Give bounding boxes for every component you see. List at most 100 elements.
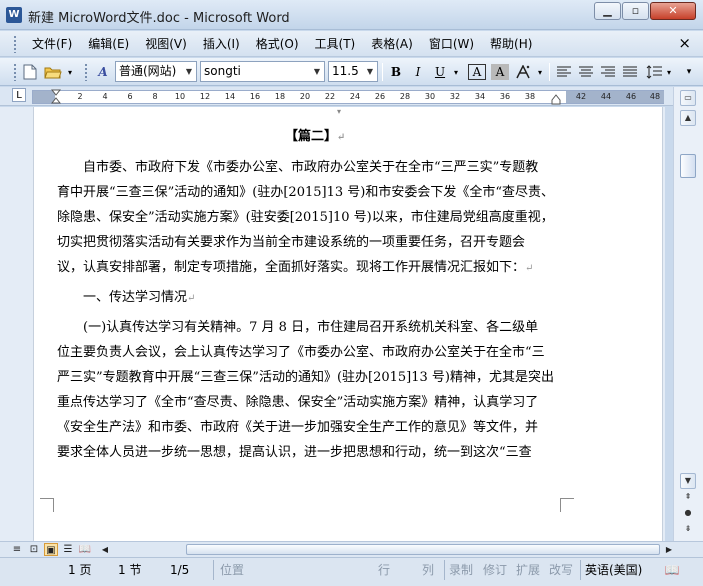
spelling-check-icon[interactable]: 📖 — [662, 561, 682, 579]
ruler-tick: 44 — [600, 92, 612, 101]
align-right-icon[interactable] — [598, 62, 618, 82]
ruler-tick: 22 — [324, 92, 336, 101]
status-column: 列 — [422, 563, 435, 577]
close-window-button[interactable]: ✕ — [650, 2, 696, 20]
open-dropdown-icon[interactable]: ▾ — [65, 62, 75, 82]
chevron-down-icon[interactable]: ▼ — [183, 63, 195, 80]
status-language[interactable]: 英语(美国) — [585, 562, 642, 578]
line-spacing-dropdown-icon[interactable]: ▾ — [664, 62, 674, 82]
font-dropdown[interactable]: songti ▼ — [200, 61, 325, 82]
menu-window[interactable]: 窗口(W) — [421, 36, 482, 52]
next-page-icon[interactable]: ⇟ — [680, 522, 696, 538]
chevron-down-icon[interactable]: ▼ — [364, 63, 376, 80]
page-top-marker: ▾ — [337, 107, 342, 116]
menu-format[interactable]: 格式(O) — [248, 36, 307, 52]
status-record[interactable]: 录制 — [449, 562, 473, 578]
ruler-tick: 42 — [575, 92, 587, 101]
paragraph-mark: ↵ — [337, 132, 346, 143]
ruler-tick: 28 — [399, 92, 411, 101]
align-center-icon[interactable] — [576, 62, 596, 82]
bold-button[interactable]: B — [387, 62, 405, 82]
scroll-thumb[interactable] — [680, 154, 696, 178]
document-area[interactable]: ▾ 【篇二】↵ 自市委、市政府下发《市委办公室、市政府办公室关于在全市“三严三实… — [0, 107, 665, 541]
status-overtype[interactable]: 改写 — [549, 562, 573, 578]
line-spacing-icon[interactable] — [644, 62, 664, 82]
horizontal-scroll-thumb[interactable] — [186, 544, 660, 555]
menu-file[interactable]: 文件(F) — [24, 36, 80, 52]
toolbar: ▾ A 普通(网站) ▼ songti ▼ 11.5 ▼ B I U ▾ A A… — [0, 58, 703, 86]
menu-insert[interactable]: 插入(I) — [195, 36, 248, 52]
status-separator — [444, 560, 445, 580]
menu-tools[interactable]: 工具(T) — [307, 36, 364, 52]
outline-view-icon[interactable]: ☰ — [61, 543, 75, 556]
horizontal-scrollbar[interactable]: ≡ ⊡ ▣ ☰ 📖 ◀ ▶ — [0, 541, 703, 557]
styles-formatting-icon[interactable]: A — [92, 62, 114, 82]
ruler-tick: 6 — [127, 92, 133, 101]
toolbar-grip-2[interactable] — [84, 63, 88, 81]
close-document-button[interactable]: × — [678, 34, 691, 52]
underline-button[interactable]: U — [431, 62, 449, 82]
ruler-tick: 12 — [199, 92, 211, 101]
underline-dropdown-icon[interactable]: ▾ — [451, 62, 461, 82]
select-browse-object-icon[interactable]: ● — [680, 506, 696, 522]
ruler-tick: 46 — [625, 92, 637, 101]
body-line-text: 议，认真安排部署，制定专项措施，全面抓好落实。现将工作开展情况汇报如下： — [57, 260, 526, 275]
character-border-button[interactable]: A — [468, 64, 486, 80]
ruler-tick: 4 — [102, 92, 108, 101]
ruler-tick: 26 — [374, 92, 386, 101]
toolbar-options-icon[interactable]: ▾ — [682, 62, 696, 82]
ruler-tick: 36 — [499, 92, 511, 101]
word-app-icon[interactable]: W — [6, 7, 22, 23]
style-dropdown[interactable]: 普通(网站) ▼ — [115, 61, 197, 82]
ruler-tick: 34 — [474, 92, 486, 101]
text-effects-icon[interactable] — [513, 62, 533, 82]
reading-view-icon[interactable]: 📖 — [78, 543, 92, 556]
chevron-down-icon[interactable]: ▼ — [311, 63, 323, 80]
menu-edit[interactable]: 编辑(E) — [80, 36, 137, 52]
menu-bar: 文件(F) 编辑(E) 视图(V) 插入(I) 格式(O) 工具(T) 表格(A… — [0, 31, 703, 57]
scroll-right-button[interactable]: ▶ — [662, 543, 676, 556]
scroll-up-button[interactable]: ▲ — [680, 110, 696, 126]
new-document-icon[interactable] — [20, 62, 40, 82]
tab-selector-icon[interactable]: L — [12, 88, 26, 102]
font-size-dropdown[interactable]: 11.5 ▼ — [328, 61, 378, 82]
right-indent-marker-icon[interactable] — [551, 93, 561, 105]
ruler-tick: 2 — [77, 92, 83, 101]
status-page: 1 页 — [68, 563, 92, 577]
previous-page-icon[interactable]: ⇞ — [680, 490, 696, 506]
scroll-down-button[interactable]: ▼ — [680, 473, 696, 489]
status-extend[interactable]: 扩展 — [516, 562, 540, 578]
justify-icon[interactable] — [620, 62, 640, 82]
horizontal-ruler[interactable]: 2 4 6 8 10 12 14 16 18 20 22 24 26 28 30… — [32, 89, 664, 105]
font-size-value: 11.5 — [332, 64, 359, 78]
character-shading-button[interactable]: A — [491, 64, 509, 80]
scroll-left-button[interactable]: ◀ — [98, 543, 112, 556]
status-track-changes[interactable]: 修订 — [483, 562, 507, 578]
ruler-toggle-icon[interactable]: ▭ — [680, 90, 696, 106]
status-page-of: 1/5 — [170, 563, 190, 577]
italic-button[interactable]: I — [409, 62, 427, 82]
indent-marker-icon[interactable] — [51, 89, 61, 105]
menu-help[interactable]: 帮助(H) — [482, 36, 540, 52]
font-value: songti — [204, 64, 241, 78]
menu-view[interactable]: 视图(V) — [137, 36, 195, 52]
menu-grip[interactable] — [13, 35, 17, 53]
body-line: 《安全生产法》和市委、市政府《关于进一步加强安全生产工作的意见》等文件，并 — [57, 420, 539, 435]
normal-view-icon[interactable]: ≡ — [10, 543, 24, 556]
vertical-scrollbar[interactable]: ▭ ▲ ▼ ⇞ ● ⇟ — [673, 87, 703, 541]
menu-table[interactable]: 表格(A) — [363, 36, 421, 52]
style-value: 普通(网站) — [119, 64, 177, 78]
open-folder-icon[interactable] — [42, 62, 64, 82]
print-layout-icon[interactable]: ▣ — [44, 543, 58, 556]
toolbar-grip[interactable] — [13, 63, 17, 81]
body-line: 育中开展“三查三保”活动的通知》(驻办[2015]13 号)和市安委会下发《全市… — [57, 185, 554, 200]
toolbar-separator — [382, 63, 383, 81]
section-heading: 一、传达学习情况↵ — [83, 288, 195, 308]
status-position: 位置 — [220, 563, 245, 577]
maximize-button[interactable]: ▫ — [622, 2, 649, 20]
minimize-button[interactable]: ▁ — [594, 2, 621, 20]
align-left-icon[interactable] — [554, 62, 574, 82]
text-effects-dropdown-icon[interactable]: ▾ — [535, 62, 545, 82]
web-view-icon[interactable]: ⊡ — [27, 543, 41, 556]
document-heading: 【篇二】↵ — [285, 127, 345, 147]
